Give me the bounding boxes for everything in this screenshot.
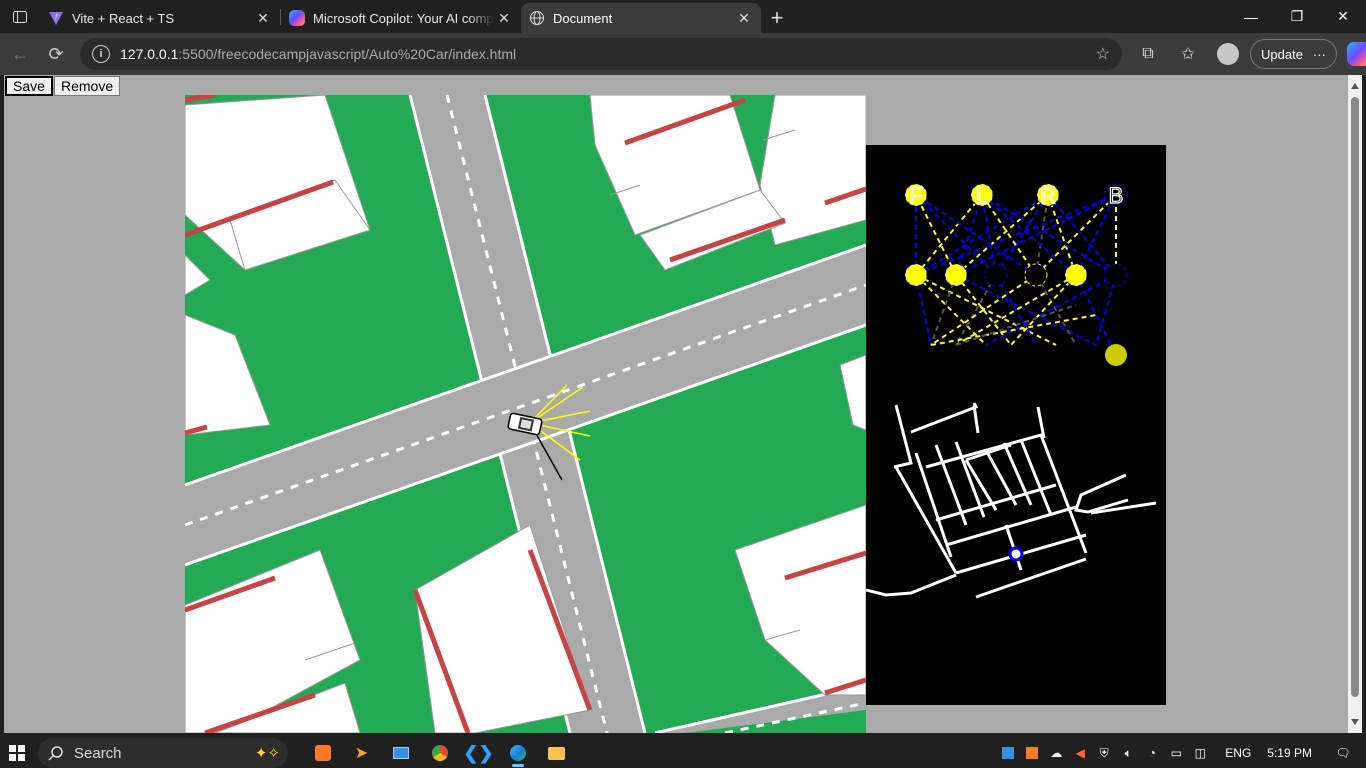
network-output-nodes — [904, 183, 1128, 207]
windows-logo-icon — [9, 745, 25, 761]
volume-icon[interactable]: 🔈︎ — [1119, 744, 1137, 762]
remove-button[interactable]: Remove — [54, 76, 121, 96]
output-label-left: L — [976, 183, 988, 208]
sparkle-icon: ✦✧ — [254, 745, 280, 762]
update-label: Update — [1261, 46, 1303, 62]
tab-bar: Vite + React + TS ✕ Microsoft Copilot: Y… — [0, 0, 1366, 33]
scrollbar-thumb[interactable] — [1351, 97, 1359, 697]
chrome-icon[interactable] — [421, 738, 458, 768]
avatar — [1217, 43, 1239, 65]
taskbar-apps: ➤ ❮❯ — [304, 738, 575, 768]
output-label-back: B — [1109, 183, 1124, 208]
output-label-forward: F — [909, 183, 922, 208]
app-bird-icon[interactable]: ➤ — [343, 738, 380, 768]
window-controls: — ❐ ✕ — [1228, 0, 1366, 33]
minimap — [866, 402, 1157, 599]
notifications-icon[interactable]: 🗨︎ — [1334, 744, 1352, 762]
close-tab-icon[interactable]: ✕ — [254, 10, 272, 27]
minimap-car-marker — [1008, 546, 1024, 562]
site-info-icon[interactable]: i — [92, 45, 110, 63]
extensions-icon[interactable]: ⧉ — [1130, 36, 1166, 72]
network-input-nodes — [904, 263, 1128, 287]
output-label-right: R — [1040, 183, 1056, 208]
tab-title: Document — [553, 10, 613, 26]
refresh-button[interactable]: ⟳ — [38, 36, 74, 72]
update-button[interactable]: Update ··· — [1250, 39, 1337, 69]
url-path: :5500/freecodecampjavascript/Auto%20Car/… — [178, 46, 517, 62]
page-viewport: Save Remove F L R B — [4, 75, 1348, 733]
address-bar[interactable]: i 127.0.0.1:5500/freecodecampjavascript/… — [80, 38, 1122, 70]
file-explorer-icon[interactable] — [538, 738, 575, 768]
windows-taskbar: Search ✦✧ ➤ ❮❯ ☁ ◀ ⛨ 🔈︎ ◔ ▭ ◫ ENG 5:19 P… — [0, 738, 1366, 768]
search-placeholder: Search — [74, 744, 122, 762]
wifi-icon[interactable]: ◔ — [1143, 744, 1161, 762]
minimize-icon[interactable]: — — [1228, 0, 1274, 33]
new-tab-button[interactable]: + — [761, 3, 793, 33]
close-tab-icon[interactable]: ✕ — [495, 10, 513, 27]
scroll-up-icon[interactable] — [1351, 83, 1359, 89]
tab-title: Microsoft Copilot: Your AI compa — [313, 10, 495, 26]
tab-actions-button[interactable] — [0, 0, 40, 33]
more-icon[interactable]: ··· — [1313, 47, 1326, 62]
security-shield-icon[interactable]: ⛨ — [1095, 744, 1113, 762]
page-scrollbar[interactable] — [1348, 75, 1362, 733]
scroll-down-icon[interactable] — [1351, 719, 1359, 725]
tray-flag-icon[interactable]: ◀ — [1071, 744, 1089, 762]
close-window-icon[interactable]: ✕ — [1320, 0, 1366, 33]
save-button[interactable]: Save — [5, 76, 53, 96]
favorite-star-icon[interactable]: ☆ — [1096, 44, 1110, 64]
tray-xampp-icon[interactable] — [1023, 744, 1041, 762]
taskbar-search[interactable]: Search ✦✧ — [38, 738, 288, 768]
tab-copilot[interactable]: Microsoft Copilot: Your AI compa ✕ — [281, 3, 521, 33]
system-tray: ☁ ◀ ⛨ 🔈︎ ◔ ▭ ◫ ENG 5:19 PM 🗨︎ — [999, 738, 1366, 768]
edge-icon[interactable] — [499, 738, 536, 768]
tab-vite[interactable]: Vite + React + TS ✕ — [40, 3, 280, 33]
clock[interactable]: 5:19 PM — [1267, 746, 1312, 760]
tab-title: Vite + React + TS — [72, 10, 175, 26]
copilot-icon — [289, 10, 305, 26]
xampp-icon[interactable] — [304, 738, 341, 768]
car-simulation-canvas[interactable] — [185, 95, 866, 733]
toolbar-right: ⧉ ✩ Update ··· — [1130, 36, 1366, 72]
language-indicator[interactable]: ENG — [1225, 746, 1251, 760]
tab-actions-icon — [13, 10, 27, 23]
network-bias-node — [1105, 344, 1127, 366]
onedrive-icon[interactable]: ☁ — [1047, 744, 1065, 762]
globe-icon — [530, 11, 544, 25]
network-visualizer-panel: F L R B — [866, 145, 1166, 705]
back-button[interactable]: ← — [2, 36, 38, 72]
favorites-icon[interactable]: ✩ — [1170, 36, 1206, 72]
url-host: 127.0.0.1 — [120, 46, 179, 62]
profile-button[interactable] — [1210, 36, 1246, 72]
vite-icon — [49, 12, 63, 25]
copilot-sidebar-button[interactable] — [1341, 36, 1366, 72]
close-tab-icon[interactable]: ✕ — [735, 10, 753, 27]
copilot-icon — [1346, 42, 1366, 66]
search-icon — [48, 746, 63, 761]
tray-app-icon[interactable] — [999, 744, 1017, 762]
browser-toolbar: ← ⟳ i 127.0.0.1:5500/freecodecampjavascr… — [0, 33, 1366, 75]
start-button[interactable] — [0, 738, 34, 768]
remote-desktop-icon[interactable] — [382, 738, 419, 768]
tab-document[interactable]: Document ✕ — [521, 3, 761, 33]
network-output-labels: F L R B — [909, 182, 1124, 208]
restore-icon[interactable]: ❐ — [1274, 0, 1320, 33]
display-icon[interactable]: ◫ — [1191, 744, 1209, 762]
battery-icon[interactable]: ▭ — [1167, 744, 1185, 762]
vscode-icon[interactable]: ❮❯ — [460, 738, 497, 768]
